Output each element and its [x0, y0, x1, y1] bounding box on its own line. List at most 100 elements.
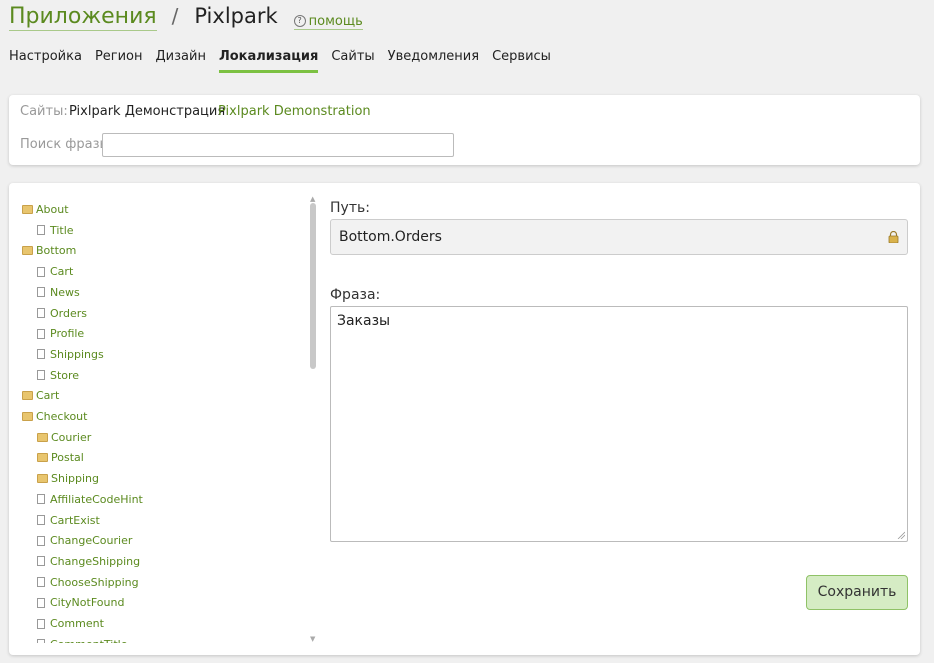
filter-panel: Сайты: Pixlpark Демонстрация Pixlpark De…: [9, 95, 920, 165]
folder-icon: [22, 412, 33, 421]
search-input[interactable]: [102, 133, 454, 157]
file-icon: [37, 266, 45, 277]
tree-item-label: CartExist: [50, 513, 100, 527]
tree-item-bottom[interactable]: Bottom: [22, 244, 76, 257]
tree-item-label: ChangeCourier: [50, 534, 133, 548]
tree-item-label: AffiliateCodeHint: [50, 492, 143, 506]
folder-icon: [22, 246, 33, 256]
folder-icon: [37, 453, 48, 463]
tree-scrollbar[interactable]: [310, 203, 316, 369]
resize-handle-icon[interactable]: [897, 531, 905, 539]
help-link[interactable]: ? помощь: [293, 13, 363, 30]
phrase-label: Фраза:: [330, 287, 381, 303]
tab-sites[interactable]: Сайты: [331, 49, 374, 73]
site-option-en[interactable]: Pixlpark Demonstration: [218, 104, 371, 119]
tree-item-cart[interactable]: Cart: [22, 389, 59, 402]
tree-item-checkout[interactable]: Checkout: [22, 410, 87, 423]
save-button[interactable]: Сохранить: [806, 575, 908, 610]
breadcrumb-separator: /: [171, 4, 179, 28]
tree-item-changeshipping[interactable]: ChangeShipping: [37, 555, 140, 568]
tree-item-shippings[interactable]: Shippings: [37, 348, 104, 361]
breadcrumb-apps-link[interactable]: Приложения: [9, 4, 157, 31]
tree-item-citynotfound[interactable]: CityNotFound: [37, 596, 124, 609]
tree-item-label: CommentTitle: [50, 638, 127, 643]
sites-label: Сайты:: [20, 104, 68, 119]
tree-item-label: Profile: [50, 327, 85, 341]
site-option-ru[interactable]: Pixlpark Демонстрация: [69, 104, 225, 119]
tree-item-store[interactable]: Store: [37, 369, 79, 382]
tree-item-cartexist[interactable]: CartExist: [37, 514, 100, 527]
help-icon: ?: [293, 15, 306, 27]
tree-item-profile[interactable]: Profile: [37, 327, 84, 340]
folder-icon: [37, 474, 48, 484]
tree-item-label: About: [36, 203, 69, 216]
tree-item-label: News: [50, 285, 80, 299]
tree-item-courier[interactable]: Courier: [37, 431, 91, 444]
folder-icon: [22, 391, 33, 401]
file-icon: [37, 349, 45, 360]
breadcrumb: Приложения / Pixlpark ? помощь: [9, 4, 363, 34]
tree-item-comment[interactable]: Comment: [37, 617, 104, 630]
tab-bar: Настройка Регион Дизайн Локализация Сайт…: [9, 49, 564, 73]
tree-item-label: ChangeShipping: [50, 554, 141, 568]
tree-item-label: ChooseShipping: [50, 575, 139, 589]
file-icon: [37, 535, 45, 546]
tree-item-label: Orders: [50, 306, 87, 320]
file-icon: [37, 556, 45, 567]
tree-item-orders[interactable]: Orders: [37, 307, 87, 320]
tab-design[interactable]: Дизайн: [156, 49, 206, 73]
editor-panel: About Title Bottom Cart News Orders Profile Shi…: [9, 183, 920, 655]
search-label: Поиск фразы: [20, 137, 110, 152]
lock-icon: [888, 231, 899, 243]
tree-item-label: Checkout: [36, 410, 88, 423]
tree-item-title[interactable]: Title: [37, 224, 74, 237]
folder-icon: [22, 205, 33, 214]
path-value: Bottom.Orders: [339, 229, 442, 245]
phrase-textarea[interactable]: Заказы: [330, 306, 908, 542]
phrase-tree: About Title Bottom Cart News Orders Profile Shi…: [22, 203, 302, 643]
tree-item-about[interactable]: About: [22, 203, 69, 216]
path-label: Путь:: [330, 200, 370, 216]
tree-item-commenttitle[interactable]: CommentTitle: [37, 638, 127, 643]
tree-item-label: Cart: [36, 389, 60, 403]
phrase-value: Заказы: [337, 313, 391, 329]
tree-item-label: Postal: [51, 451, 84, 465]
tree-item-shipping[interactable]: Shipping: [37, 472, 99, 485]
file-icon: [37, 597, 45, 608]
tree-item-label: Bottom: [36, 244, 77, 258]
tree-item-changecourier[interactable]: ChangeCourier: [37, 534, 132, 547]
file-icon: [37, 328, 45, 339]
tree-item-label: Title: [50, 223, 74, 237]
path-field: Bottom.Orders: [330, 219, 908, 255]
tree-item-chooseshipping[interactable]: ChooseShipping: [37, 576, 139, 589]
tab-settings[interactable]: Настройка: [9, 49, 82, 73]
file-icon: [37, 577, 45, 588]
tree-item-postal[interactable]: Postal: [37, 451, 84, 464]
tab-services[interactable]: Сервисы: [492, 49, 551, 73]
file-icon: [37, 308, 45, 318]
file-icon: [37, 618, 45, 629]
tree-item-label: CityNotFound: [50, 596, 125, 610]
scroll-up-icon[interactable]: ▲: [310, 195, 315, 203]
file-icon: [37, 225, 45, 236]
page-title: Pixlpark: [194, 4, 278, 28]
tree-item-label: Shippings: [50, 347, 104, 361]
tab-localization[interactable]: Локализация: [218, 49, 319, 73]
tab-notifications[interactable]: Уведомления: [388, 49, 479, 73]
help-label: помощь: [308, 13, 363, 29]
tree-item-label: Courier: [51, 430, 92, 444]
file-icon: [37, 287, 45, 298]
file-icon: [37, 515, 45, 525]
tree-item-affiliatecodehint[interactable]: AffiliateCodeHint: [37, 493, 143, 506]
file-icon: [37, 494, 45, 505]
tree-item-label: Cart: [50, 265, 74, 279]
tree-item-label: Store: [50, 368, 80, 382]
tree-item-label: Shipping: [51, 472, 99, 486]
tree-item-label: Comment: [50, 617, 104, 630]
tree-item-news[interactable]: News: [37, 286, 80, 299]
folder-icon: [37, 432, 48, 442]
tab-region[interactable]: Регион: [95, 49, 143, 73]
file-icon: [37, 639, 45, 643]
tree-item-cart[interactable]: Cart: [37, 265, 73, 278]
scroll-down-icon[interactable]: ▼: [310, 635, 315, 643]
